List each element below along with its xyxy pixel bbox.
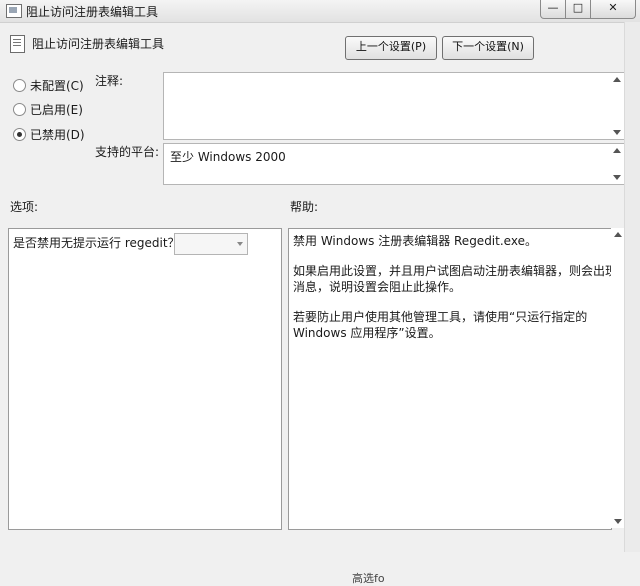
scroll-down-icon[interactable] [613,175,621,180]
help-line: 消息，说明设置会阻止此操作。 [293,280,462,294]
comment-field[interactable] [163,72,625,140]
platform-label: 支持的平台: [95,145,160,159]
radio-disabled-indicator[interactable] [13,128,26,141]
help-line: 禁用 Windows 注册表编辑器 Regedit.exe。 [293,234,537,248]
platform-field: 至少 Windows 2000 [163,143,625,185]
help-line: Windows 应用程序”设置。 [293,326,441,340]
platform-scrollbar[interactable] [610,144,624,184]
help-line: 如果启用此设置，并且用户试图启动注册表编辑器，则会出现一条 [293,264,640,278]
regedit-silent-combo[interactable] [174,233,248,255]
platform-value: 至少 Windows 2000 [170,150,286,164]
radio-not-configured-label: 未配置(C) [30,79,84,93]
help-panel: 禁用 Windows 注册表编辑器 Regedit.exe。 如果启用此设置，并… [288,228,640,530]
help-scrollbar[interactable] [611,228,624,528]
title-bar: 阻止访问注册表编辑工具 — □ ✕ [0,0,640,23]
disable-regedit-prompt: 是否禁用无提示运行 regedit？ [13,236,180,250]
radio-disabled-label: 已禁用(D) [30,128,85,142]
scroll-up-icon[interactable] [613,77,621,82]
scroll-up-icon[interactable] [613,148,621,153]
radio-enabled-label: 已启用(E) [30,103,83,117]
window-title: 阻止访问注册表编辑工具 [26,5,159,19]
window-scrollbar[interactable] [624,22,640,552]
minimize-button[interactable]: — [540,0,566,19]
bottom-strip [0,552,640,584]
chevron-down-icon[interactable] [237,242,243,246]
options-label: 选项: [10,200,39,214]
scroll-up-icon[interactable] [614,232,622,237]
comment-scrollbar[interactable] [610,73,624,139]
help-line: 若要防止用户使用其他管理工具，请使用“只运行指定的 [293,310,588,324]
scroll-down-icon[interactable] [614,519,622,524]
radio-enabled-indicator[interactable] [13,103,26,116]
close-button[interactable]: ✕ [590,0,636,19]
help-label: 帮助: [290,200,319,214]
radio-not-configured-indicator[interactable] [13,79,26,92]
maximize-button[interactable]: □ [565,0,591,19]
options-panel: 是否禁用无提示运行 regedit？ [8,228,282,530]
setting-title: 阻止访问注册表编辑工具 [32,37,165,51]
previous-setting-button[interactable]: 上一个设置(P) [345,36,437,60]
policy-window-icon [6,4,22,18]
setting-icon [10,35,25,53]
next-setting-button[interactable]: 下一个设置(N) [442,36,534,60]
scroll-down-icon[interactable] [613,130,621,135]
comment-label: 注释: [95,74,124,88]
